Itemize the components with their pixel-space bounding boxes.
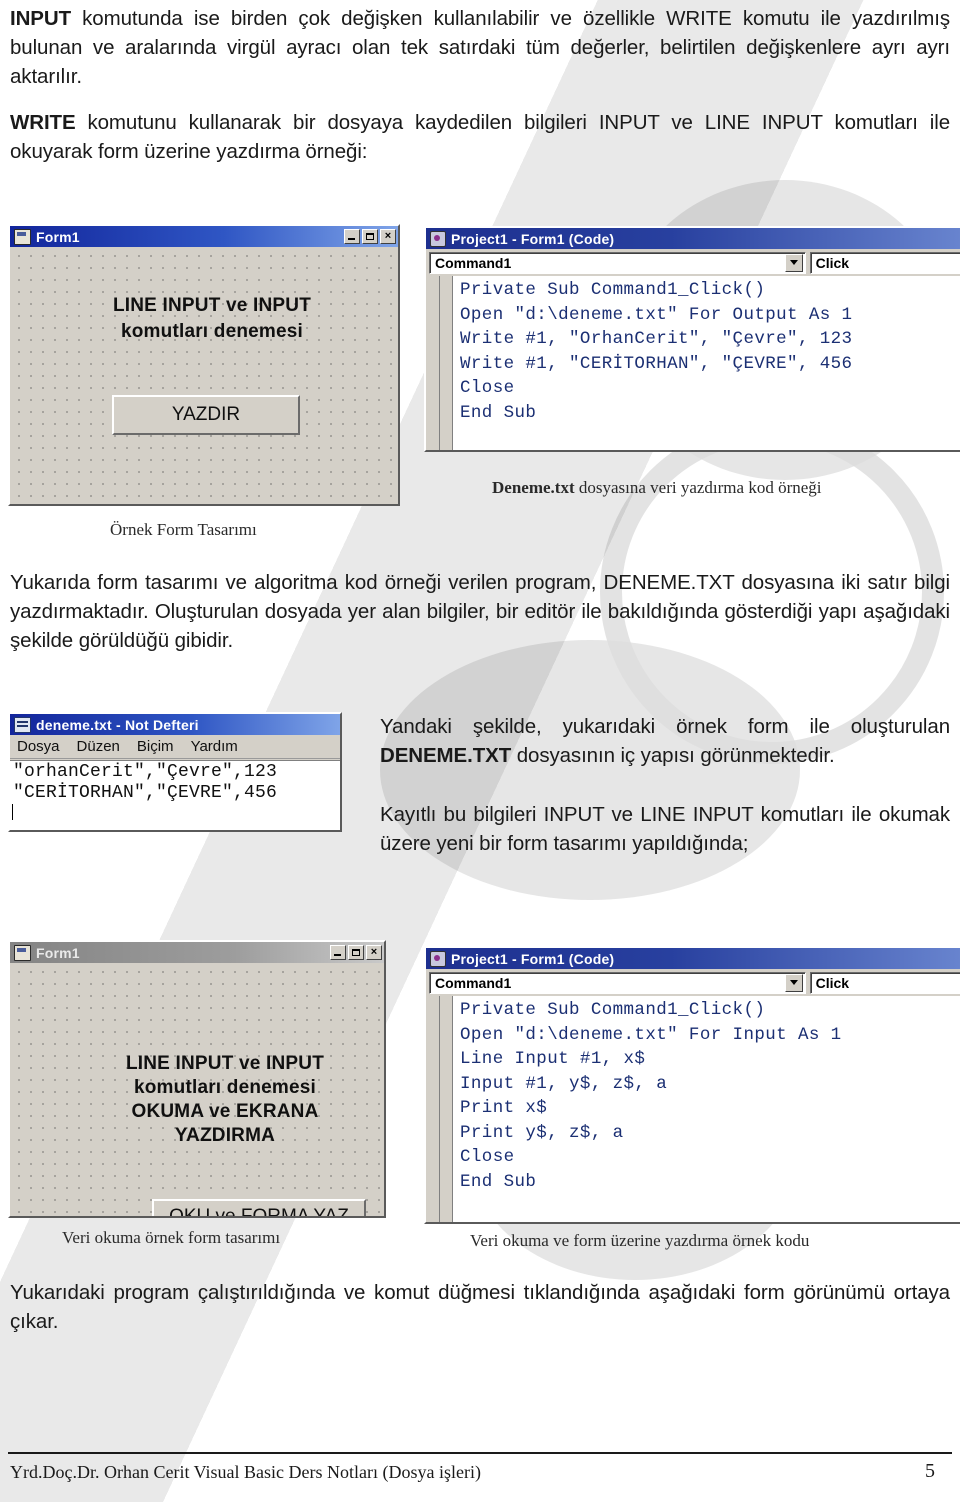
footer-text: Yrd.Doç.Dr. Orhan Cerit Visual Basic Der…: [10, 1462, 481, 1482]
code2-procedure-value: Click: [815, 974, 850, 991]
paragraph-deneme-explanation: Yukarıda form tasarımı ve algoritma kod …: [10, 571, 950, 652]
code1-bookmark-margin: [440, 276, 453, 450]
form2-label-line-2: komutları denemesi: [133, 1077, 317, 1098]
paragraph-yandaki-sekilde: Yandaki şekilde, yukarıdaki örnek form i…: [380, 712, 950, 770]
paragraph-kayitli-bilgiler: Kayıtlı bu bilgileri INPUT ve LINE INPUT…: [380, 803, 950, 855]
paragraph-4-bold-filename: DENEME.TXT: [380, 744, 512, 767]
notepad-title: deneme.txt - Not Defteri: [36, 716, 199, 733]
chevron-down-icon[interactable]: [784, 253, 803, 272]
chevron-down-icon[interactable]: [784, 973, 803, 992]
vb-code-window-2[interactable]: Project1 - Form1 (Code) Command1 Click P…: [424, 946, 960, 1224]
code1-titlebar[interactable]: Project1 - Form1 (Code): [426, 228, 960, 249]
minimize-icon[interactable]: [330, 945, 346, 960]
project-icon: [430, 230, 446, 247]
code1-object-combo[interactable]: Command1: [429, 251, 806, 274]
close-icon[interactable]: ×: [380, 229, 396, 244]
code1-toolbar: Command1 Click: [426, 249, 960, 276]
code2-title: Project1 - Form1 (Code): [451, 950, 615, 967]
code1-procedure-value: Click: [815, 254, 850, 271]
notepad-content[interactable]: "orhanCerit","Çevre",123 "CERİTORHAN","Ç…: [13, 762, 277, 804]
caption-code-1-rest: dosyasına veri yazdırma kod örneği: [574, 478, 822, 497]
code2-object-combo[interactable]: Command1: [429, 971, 806, 994]
form2-window-controls: ×: [330, 945, 382, 960]
close-icon[interactable]: ×: [366, 945, 382, 960]
form1-label-line-1: LINE INPUT ve INPUT: [112, 295, 312, 316]
code2-procedure-combo[interactable]: Click: [809, 971, 960, 994]
project-icon: [430, 950, 446, 967]
notepad-icon: [14, 716, 31, 733]
caption-form-design-1: Örnek Form Tasarımı: [110, 520, 257, 539]
code1-editor-area[interactable]: Private Sub Command1_Click() Open "d:\de…: [426, 276, 960, 450]
form1-titlebar[interactable]: Form1 ×: [10, 226, 398, 247]
code1-procedure-combo[interactable]: Click: [809, 251, 960, 274]
form2-design-surface[interactable]: LINE INPUT ve INPUT komutları denemesi O…: [10, 963, 384, 1216]
code2-bookmark-margin: [440, 996, 453, 1222]
code1-object-value: Command1: [435, 254, 512, 271]
form1-yazdir-button[interactable]: YAZDIR: [112, 395, 300, 435]
paragraph-write-example-text: komutunu kullanarak bir dosyaya kaydedil…: [10, 111, 950, 163]
notepad-titlebar[interactable]: deneme.txt - Not Defteri: [10, 714, 340, 735]
menu-item-dosya[interactable]: Dosya: [17, 738, 60, 755]
vb-form-icon: [14, 944, 31, 961]
paragraph-write-example: WRITE komutunu kullanarak bir dosyaya ka…: [10, 108, 950, 166]
vb-form-designer-window-2[interactable]: Form1 × LINE INPUT ve INPUT komutları de…: [8, 940, 386, 1218]
vb-form-designer-window-1[interactable]: Form1 × LINE INPUT ve INPUT komutları de…: [8, 224, 400, 506]
code1-indicator-margin: [426, 276, 440, 450]
caption-code-1-bold: Deneme.txt: [492, 478, 575, 497]
vb-code-window-1[interactable]: Project1 - Form1 (Code) Command1 Click P…: [424, 226, 960, 452]
menu-item-bicim[interactable]: Biçim: [137, 738, 174, 755]
code2-indicator-margin: [426, 996, 440, 1222]
paragraph-4-part-a: Yandaki şekilde, yukarıdaki örnek form i…: [380, 715, 950, 738]
form1-label-line-2: komutları denemesi: [120, 321, 304, 342]
menu-item-yardim[interactable]: Yardım: [191, 738, 238, 755]
form1-window-controls: ×: [344, 229, 396, 244]
code1-text[interactable]: Private Sub Command1_Click() Open "d:\de…: [460, 278, 960, 425]
form2-label-line-1: LINE INPUT ve INPUT: [125, 1053, 325, 1074]
form2-oku-ve-forma-yaz-button[interactable]: OKU ve FORMA YAZ: [152, 1199, 366, 1216]
caption-code-window-1: Deneme.txt dosyasına veri yazdırma kod ö…: [492, 478, 822, 498]
form2-title: Form1: [36, 944, 80, 961]
maximize-icon[interactable]: [348, 945, 364, 960]
vb-form-icon: [14, 228, 31, 245]
caption-form-design-2: Veri okuma örnek form tasarımı: [62, 1228, 281, 1247]
minimize-icon[interactable]: [344, 229, 360, 244]
paragraph-intro-input-text: komutunda ise birden çok değişken kullan…: [10, 7, 950, 88]
paragraph-intro-input: INPUT komutunda ise birden çok değişken …: [10, 4, 950, 91]
form1-title: Form1: [36, 228, 80, 245]
paragraph-closing: Yukarıdaki program çalıştırıldığında ve …: [10, 1281, 950, 1333]
notepad-menubar[interactable]: Dosya Düzen Biçim Yardım: [10, 735, 340, 759]
maximize-icon[interactable]: [362, 229, 378, 244]
footer-divider: [8, 1452, 952, 1454]
code2-titlebar[interactable]: Project1 - Form1 (Code): [426, 948, 960, 969]
form2-label-line-4: YAZDIRMA: [174, 1125, 276, 1146]
code2-text[interactable]: Private Sub Command1_Click() Open "d:\de…: [460, 998, 960, 1194]
notepad-text-area[interactable]: "orhanCerit","Çevre",123 "CERİTORHAN","Ç…: [10, 760, 340, 830]
notepad-window[interactable]: deneme.txt - Not Defteri Dosya Düzen Biç…: [8, 712, 342, 832]
code2-toolbar: Command1 Click: [426, 969, 960, 996]
menu-item-duzen[interactable]: Düzen: [77, 738, 120, 755]
paragraph-4-part-b: dosyasının iç yapısı görünmektedir.: [511, 744, 835, 767]
code2-editor-area[interactable]: Private Sub Command1_Click() Open "d:\de…: [426, 996, 960, 1222]
text-caret: [12, 804, 13, 820]
code2-object-value: Command1: [435, 974, 512, 991]
page-number: 5: [925, 1460, 935, 1482]
keyword-write: WRITE: [10, 111, 76, 134]
watermark-blob-mid: [380, 640, 800, 900]
caption-code-window-2: Veri okuma ve form üzerine yazdırma örne…: [470, 1231, 810, 1250]
form2-label-line-3: OKUMA ve EKRANA: [131, 1101, 319, 1122]
form1-design-surface[interactable]: LINE INPUT ve INPUT komutları denemesi Y…: [10, 247, 398, 504]
form2-titlebar[interactable]: Form1 ×: [10, 942, 384, 963]
keyword-input: INPUT: [10, 7, 72, 30]
code1-title: Project1 - Form1 (Code): [451, 230, 615, 247]
